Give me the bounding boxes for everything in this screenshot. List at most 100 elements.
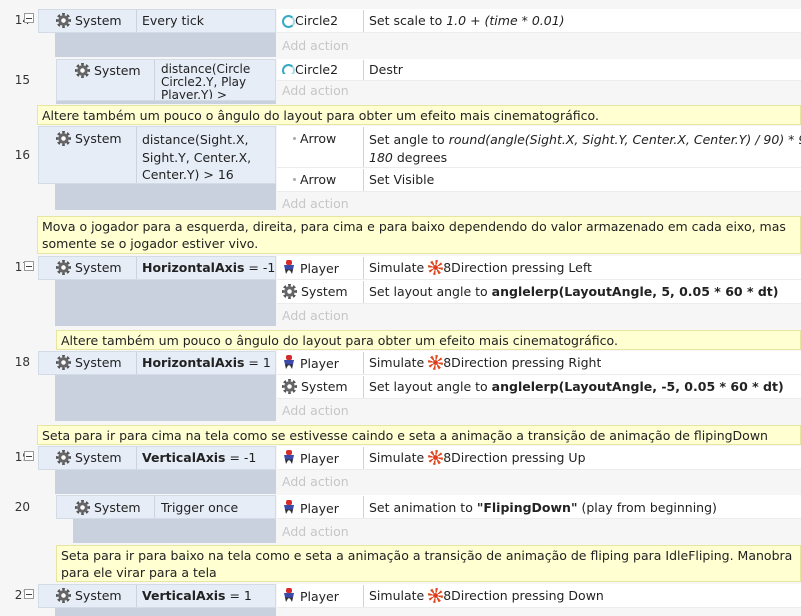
action-object[interactable]: Arrow — [293, 131, 336, 147]
event-number: 18 — [14, 355, 30, 369]
action-object[interactable]: Player — [282, 355, 339, 372]
comment[interactable]: Altere também um pouco o ângulo do layou… — [56, 330, 801, 350]
action-text: Set angle to round(angle(Sight.X, Sight.… — [369, 132, 801, 165]
player-sprite-icon — [282, 450, 296, 466]
condition-object[interactable]: System — [75, 63, 141, 79]
system-gear-icon — [56, 450, 71, 465]
8direction-icon — [428, 355, 444, 370]
condition-object[interactable]: System — [56, 450, 122, 466]
action-text: Simulate 8Direction pressing Down — [369, 588, 604, 603]
collapse-toggle[interactable] — [24, 589, 34, 599]
condition-text: distance(Sight.X, Sight.Y, Center.X, Cente… — [142, 132, 252, 182]
condition-object[interactable]: System — [56, 131, 122, 147]
action-object[interactable]: Arrow — [293, 172, 336, 188]
column-divider — [136, 352, 137, 374]
condition-text: Trigger once — [161, 500, 239, 515]
column-divider — [136, 10, 137, 32]
column-divider — [363, 281, 364, 303]
condition-text: distance(Circle Circle2.Y, Play Player.Y) … — [161, 63, 251, 99]
column-divider — [136, 127, 137, 183]
action-text: Set layout angle to anglelerp(LayoutAngl… — [369, 284, 779, 299]
condition-padding — [55, 280, 276, 326]
collapse-toggle[interactable] — [24, 261, 34, 271]
system-gear-icon — [56, 13, 71, 28]
action-text: Set scale to 1.0 + (time * 0.01) — [369, 13, 565, 28]
condition-text: VerticalAxis = -1 — [142, 450, 257, 465]
add-action-link[interactable]: Add action — [282, 308, 349, 323]
action-object[interactable]: Player — [282, 500, 339, 517]
action-text: Set layout angle to anglelerp(LayoutAngl… — [369, 379, 784, 394]
action-object[interactable]: Circle2 — [282, 13, 338, 29]
add-action-link[interactable]: Add action — [282, 38, 349, 53]
condition-object[interactable]: System — [56, 13, 122, 29]
column-divider — [363, 127, 364, 167]
column-divider — [154, 496, 155, 518]
condition-object[interactable]: System — [56, 355, 122, 371]
system-gear-icon — [56, 355, 71, 370]
system-gear-icon — [282, 284, 297, 299]
system-gear-icon — [56, 260, 71, 275]
add-action-link[interactable]: Add action — [282, 196, 349, 211]
condition-padding — [55, 608, 276, 616]
action-row[interactable] — [277, 59, 801, 81]
column-divider — [363, 376, 364, 398]
column-divider — [363, 585, 364, 607]
action-object[interactable]: Player — [282, 588, 339, 605]
8direction-icon — [428, 588, 444, 603]
event-number: 20 — [14, 500, 30, 514]
column-divider — [363, 10, 364, 32]
collapse-toggle[interactable] — [24, 13, 34, 23]
player-sprite-icon — [282, 355, 296, 371]
comment[interactable]: Seta para ir para cima na tela como se e… — [37, 425, 801, 460]
system-gear-icon — [56, 588, 71, 603]
condition-object[interactable]: System — [75, 500, 141, 516]
condition-text: Every tick — [142, 13, 204, 28]
circle2-icon — [282, 64, 295, 74]
condition-padding — [55, 184, 276, 210]
column-divider — [136, 447, 137, 469]
add-action-link[interactable]: Add action — [282, 83, 349, 98]
8direction-icon — [428, 450, 444, 465]
column-divider — [363, 60, 364, 80]
action-text: Destr — [369, 62, 403, 74]
action-text: Simulate 8Direction pressing Left — [369, 260, 592, 275]
action-object[interactable]: System — [282, 379, 348, 395]
player-sprite-icon — [282, 500, 296, 516]
condition-text: VerticalAxis = 1 — [142, 588, 252, 603]
player-sprite-icon — [282, 260, 296, 276]
system-gear-icon — [75, 500, 90, 515]
condition-object[interactable]: System — [56, 260, 122, 276]
action-text: Simulate 8Direction pressing Up — [369, 450, 586, 465]
player-sprite-icon — [282, 588, 296, 604]
add-action-link[interactable]: Add action — [282, 524, 349, 539]
condition-text: HorizontalAxis = 1 — [142, 355, 271, 370]
action-object[interactable]: System — [282, 284, 348, 300]
column-divider — [363, 496, 364, 518]
action-object[interactable]: Player — [282, 450, 339, 467]
column-divider — [136, 257, 137, 279]
comment[interactable]: Altere também um pouco o ângulo do layou… — [37, 105, 801, 125]
add-action-link[interactable]: Add action — [282, 403, 349, 418]
action-row[interactable] — [277, 168, 801, 192]
condition-object[interactable]: System — [56, 588, 122, 604]
system-gear-icon — [56, 131, 71, 146]
add-action-link[interactable]: Add action — [282, 474, 349, 489]
condition-padding — [55, 375, 276, 421]
circle2-icon — [282, 15, 295, 28]
column-divider — [363, 169, 364, 191]
column-divider — [136, 585, 137, 607]
comment[interactable]: Mova o jogador para a esquerda, direita,… — [37, 216, 801, 254]
action-text: Simulate 8Direction pressing Right — [369, 355, 602, 370]
comment[interactable]: Seta para ir para baixo na tela como e s… — [56, 545, 801, 582]
column-divider — [363, 352, 364, 374]
condition-padding — [73, 519, 276, 543]
condition-padding — [56, 101, 276, 104]
condition-padding — [55, 470, 276, 494]
action-object[interactable]: Circle2 — [282, 62, 338, 74]
action-object[interactable]: Player — [282, 260, 339, 277]
collapse-toggle[interactable] — [24, 451, 34, 461]
condition-padding — [55, 33, 276, 57]
event-number: 15 — [14, 73, 30, 87]
column-divider — [363, 447, 364, 469]
condition-text: HorizontalAxis = -1 — [142, 260, 276, 275]
